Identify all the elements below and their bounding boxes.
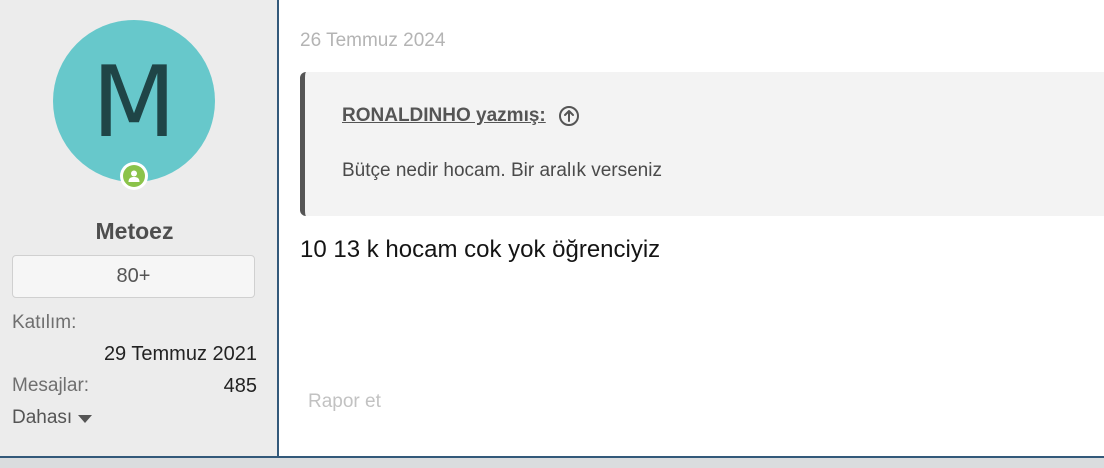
joined-value: 29 Temmuz 2021 [103,343,257,365]
user-title-badge-label: 80+ [116,265,151,287]
quote-author: RONALDINHO yazmış: [342,105,580,127]
avatar-letter: M [91,46,177,160]
joined-label: Katılım: [12,312,77,333]
quote-author-link[interactable]: RONALDINHO yazmış: [342,105,546,127]
circle-arrow-up-icon[interactable] [558,105,580,127]
post-date[interactable]: 26 Temmuz 2024 [300,30,445,52]
user-icon [128,170,140,182]
messages-value: 485 [223,375,257,397]
quote-block: RONALDINHO yazmış: Bütçe nedir hocam. Bi… [300,72,1104,216]
more-toggle[interactable]: Dahası [12,407,93,429]
user-title-badge: 80+ [12,255,255,298]
username[interactable]: Metoez [0,218,269,245]
bottom-divider [0,456,1104,468]
report-link[interactable]: Rapor et [308,391,381,413]
post-message: 10 13 k hocam cok yok öğrenciyiz [300,236,661,263]
quote-text: Bütçe nedir hocam. Bir aralık verseniz [342,160,662,181]
messages-label: Mesajlar: [12,375,90,396]
avatar[interactable]: M [53,20,215,182]
online-status-icon [120,162,148,190]
post-content: 26 Temmuz 2024 RONALDINHO yazmış: Bütçe … [279,0,1104,456]
user-sidebar: M Metoez 80+ Katılım: 29 Temmuz 2021 Mes… [0,0,279,456]
caret-down-icon [78,415,93,423]
more-label: Dahası [12,407,73,428]
